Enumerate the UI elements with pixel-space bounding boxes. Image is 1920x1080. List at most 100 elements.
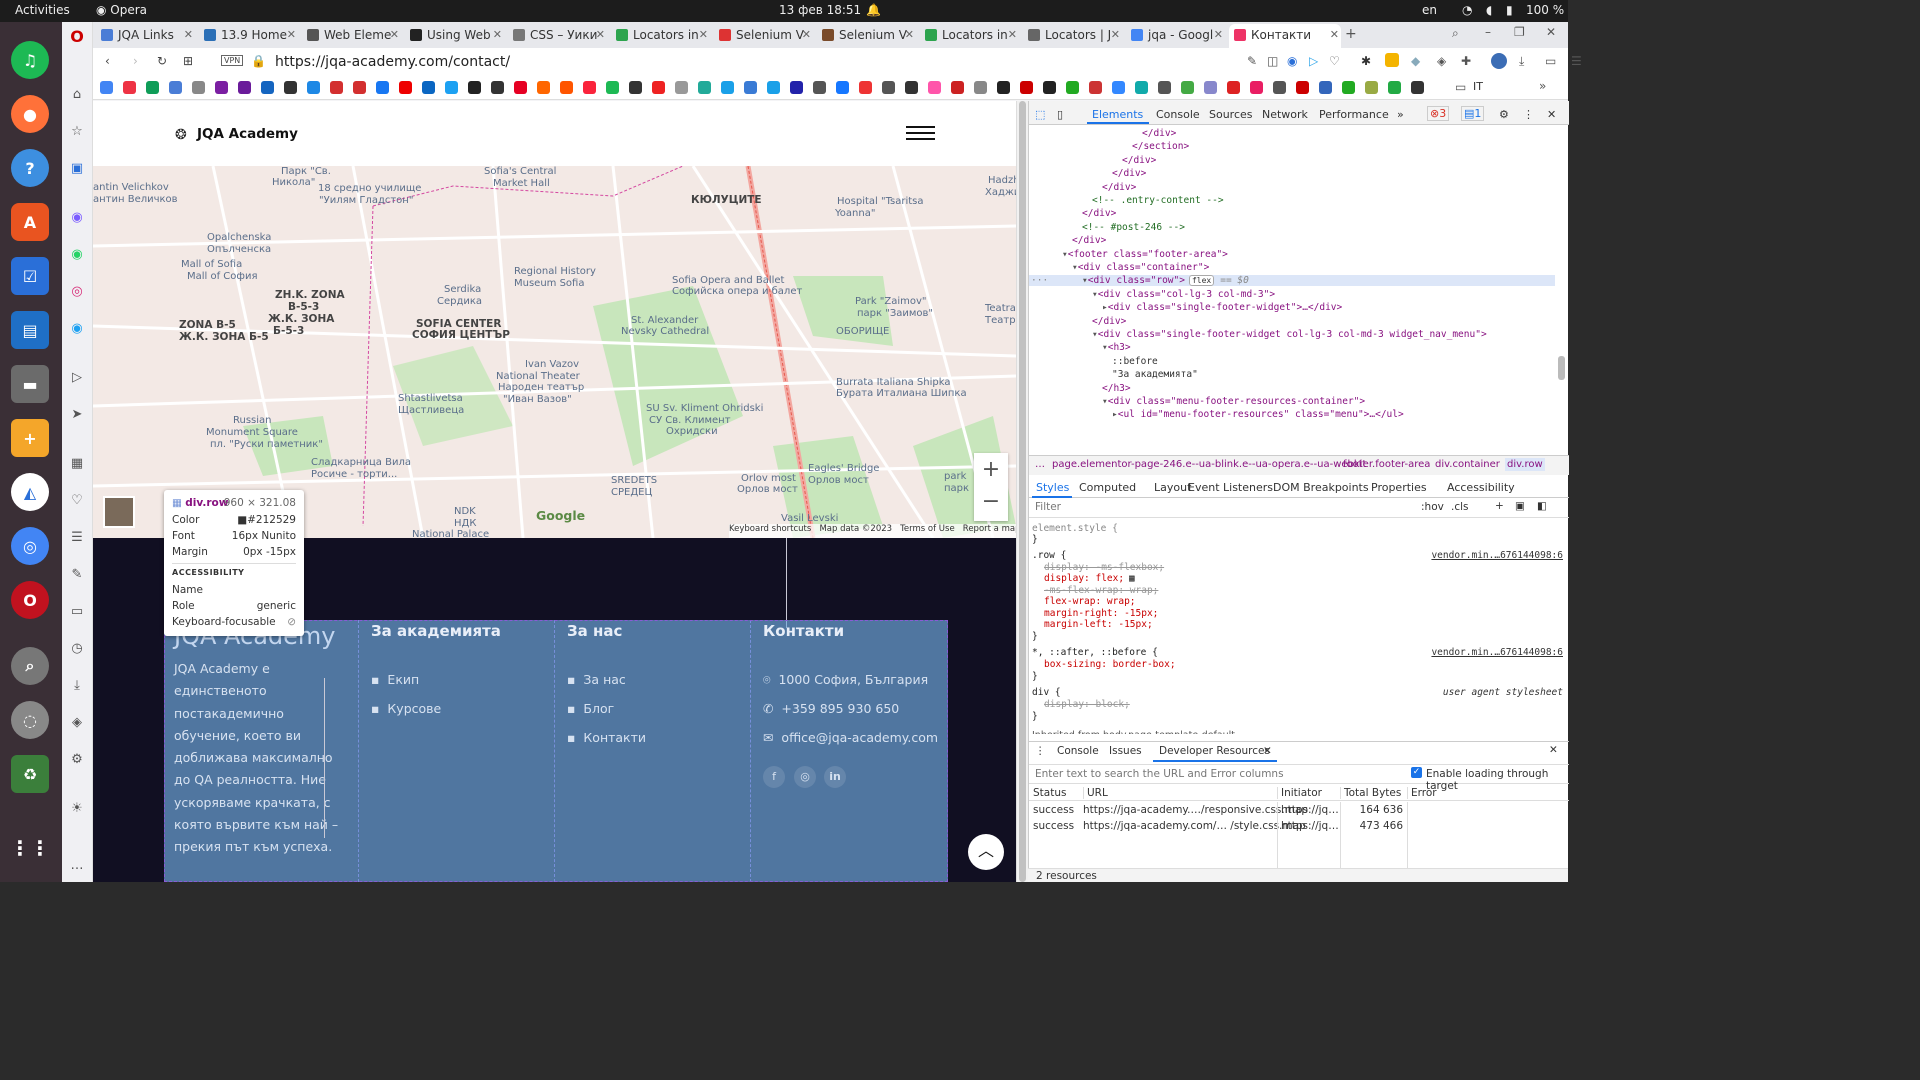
map-label[interactable]: парк "Заимов" — [857, 308, 933, 319]
bookmark-favicon-icon[interactable] — [974, 81, 987, 94]
map-label[interactable]: Охридски — [666, 426, 718, 437]
more-tabs-icon[interactable]: » — [1397, 108, 1404, 121]
close-tab-icon[interactable]: ✕ — [1008, 24, 1017, 46]
map-label[interactable]: Russian — [233, 415, 272, 426]
extension-icon[interactable]: ✱ — [1361, 54, 1371, 68]
map-label[interactable]: Serdika — [444, 284, 481, 295]
chrome-icon[interactable]: ◎ — [11, 527, 49, 565]
style-line[interactable]: element.style { — [1032, 523, 1118, 534]
dom-node[interactable]: ▾<div class="single-footer-widget col-lg… — [1092, 329, 1487, 340]
tab-sources[interactable]: Sources — [1209, 108, 1253, 121]
bookmark-favicon-icon[interactable] — [1411, 81, 1424, 94]
style-line[interactable]: box-sizing: border-box; — [1044, 659, 1176, 670]
bookmark-favicon-icon[interactable] — [215, 81, 228, 94]
writer-icon[interactable]: ▤ — [11, 311, 49, 349]
dom-node[interactable]: </div> — [1112, 168, 1146, 179]
close-tab-icon[interactable]: ✕ — [1111, 24, 1120, 46]
messenger-icon[interactable]: ◉ — [68, 209, 86, 227]
crumb-footer[interactable]: footer.footer-area — [1343, 459, 1430, 470]
vpn-badge[interactable]: VPN — [221, 55, 244, 66]
search-tool-icon[interactable]: ⌕ — [11, 647, 49, 685]
download-icon[interactable]: ⤓ — [68, 677, 86, 695]
terms-link[interactable]: Terms of Use — [900, 524, 955, 534]
tab-performance[interactable]: Performance — [1319, 108, 1389, 121]
bookmark-favicon-icon[interactable] — [1296, 81, 1309, 94]
map-label[interactable]: 18 средно училище — [318, 183, 421, 194]
flow-icon[interactable]: ▷ — [1309, 54, 1318, 68]
bookmark-favicon-icon[interactable] — [1181, 81, 1194, 94]
zoom-out-button[interactable]: − — [974, 487, 1008, 521]
map-label[interactable]: Ж.К. ЗОНА Б-5 — [179, 331, 269, 343]
bookmarks-more-icon[interactable]: » — [1539, 79, 1546, 93]
bookmark-favicon-icon[interactable] — [859, 81, 872, 94]
bookmark-favicon-icon[interactable] — [376, 81, 389, 94]
bookmark-favicon-icon[interactable] — [146, 81, 159, 94]
cube-icon[interactable]: ◈ — [68, 714, 86, 732]
spotify-icon[interactable]: ♫ — [11, 41, 49, 79]
flexbox-editor-icon[interactable]: ▦ — [1129, 573, 1135, 584]
bookmark-favicon-icon[interactable] — [514, 81, 527, 94]
bookmark-favicon-icon[interactable] — [997, 81, 1010, 94]
map-label[interactable]: Regional History — [514, 266, 596, 277]
browser-tab[interactable]: JQA Links ✕ — [96, 24, 195, 48]
map-label[interactable]: Росиче - торти... — [311, 469, 397, 480]
footer-link-team[interactable]: ▪ Екип — [371, 672, 419, 687]
style-line[interactable]: margin-right: -15px; — [1044, 608, 1158, 619]
heart-icon[interactable]: ♡ — [68, 492, 86, 510]
map-label[interactable]: B-5-3 — [288, 301, 319, 313]
bookmark-favicon-icon[interactable] — [583, 81, 596, 94]
subtab-computed[interactable]: Computed — [1079, 481, 1136, 494]
bookmark-favicon-icon[interactable] — [192, 81, 205, 94]
browser-tab[interactable]: Web Eleme ✕ — [302, 24, 401, 48]
map-label[interactable]: Никола" — [272, 177, 315, 188]
google-map[interactable]: КЮЛУЦИТЕ ZH.K. ZONA B-5-3 Ж.К. ЗОНА Б-5-3 ZON… — [93, 166, 1016, 538]
close-tab-icon[interactable]: ✕ — [390, 24, 399, 46]
col-error[interactable]: Error — [1407, 787, 1437, 799]
col-status[interactable]: Status — [1033, 787, 1066, 799]
map-label[interactable]: Щастливеца — [398, 405, 464, 416]
reload-icon[interactable]: ↻ — [157, 54, 167, 68]
apps-grid-icon[interactable]: ⋮⋮ — [10, 829, 50, 867]
browser-tab[interactable]: 13.9 Home ✕ — [199, 24, 298, 48]
language-indicator[interactable]: en — [1422, 3, 1437, 17]
browser-tab[interactable]: Locators | J ✕ — [1023, 24, 1122, 48]
map-label[interactable]: Сладкарница Вила — [311, 457, 411, 468]
device-toolbar-icon[interactable]: ▯ — [1057, 108, 1063, 121]
new-rule-icon[interactable]: + — [1495, 500, 1504, 512]
bookmark-heart-icon[interactable]: ♡ — [1329, 54, 1340, 68]
map-label[interactable]: Софийска опера и балет — [672, 286, 802, 297]
close-tab-icon[interactable]: ✕ — [184, 24, 193, 46]
puzzle-icon[interactable]: ✚ — [1461, 54, 1471, 68]
dom-node[interactable]: </div> — [1142, 128, 1176, 139]
map-label[interactable]: Hadzh — [988, 175, 1016, 186]
bookmark-favicon-icon[interactable] — [1089, 81, 1102, 94]
dom-node[interactable]: ▾<footer class="footer-area"> — [1062, 249, 1228, 260]
more-icon[interactable]: … — [68, 857, 86, 875]
bookmark-favicon-icon[interactable] — [675, 81, 688, 94]
dom-node[interactable]: ▾<div class="col-lg-3 col-md-3"> — [1092, 289, 1275, 300]
dom-node[interactable]: </div> — [1102, 182, 1136, 193]
downloads-icon[interactable]: ⤓ — [1519, 54, 1524, 69]
map-label[interactable]: Ж.К. ЗОНА — [268, 313, 334, 325]
bookmark-favicon-icon[interactable] — [836, 81, 849, 94]
facebook-icon[interactable]: f — [763, 766, 785, 788]
bookmark-favicon-icon[interactable] — [813, 81, 826, 94]
bookmark-favicon-icon[interactable] — [284, 81, 297, 94]
bookmark-favicon-icon[interactable] — [606, 81, 619, 94]
map-label[interactable]: ОБОРИЩЕ — [836, 326, 889, 337]
map-label[interactable]: "Иван Вазов" — [503, 394, 572, 405]
bookmark-favicon-icon[interactable] — [1158, 81, 1171, 94]
drawer-tab-console[interactable]: Console — [1057, 745, 1099, 757]
star-icon[interactable]: ☆ — [68, 123, 86, 141]
message-count-badge[interactable]: ▤1 — [1461, 106, 1485, 121]
dom-node[interactable]: ▾<div class="menu-footer-resources-conta… — [1102, 396, 1365, 407]
style-line[interactable]: } — [1032, 631, 1038, 642]
style-line[interactable]: -ms-flex-wrap: wrap; — [1044, 585, 1158, 596]
map-label[interactable]: Mall of София — [187, 271, 257, 282]
map-label[interactable]: Орлов мост — [737, 484, 798, 495]
map-label[interactable]: NDK — [454, 506, 476, 517]
firefox-icon[interactable]: ● — [11, 95, 49, 133]
footer-link-blog[interactable]: ▪ Блог — [567, 701, 614, 716]
tasks-icon[interactable]: ☑ — [11, 257, 49, 295]
software-center-icon[interactable]: A — [11, 203, 49, 241]
